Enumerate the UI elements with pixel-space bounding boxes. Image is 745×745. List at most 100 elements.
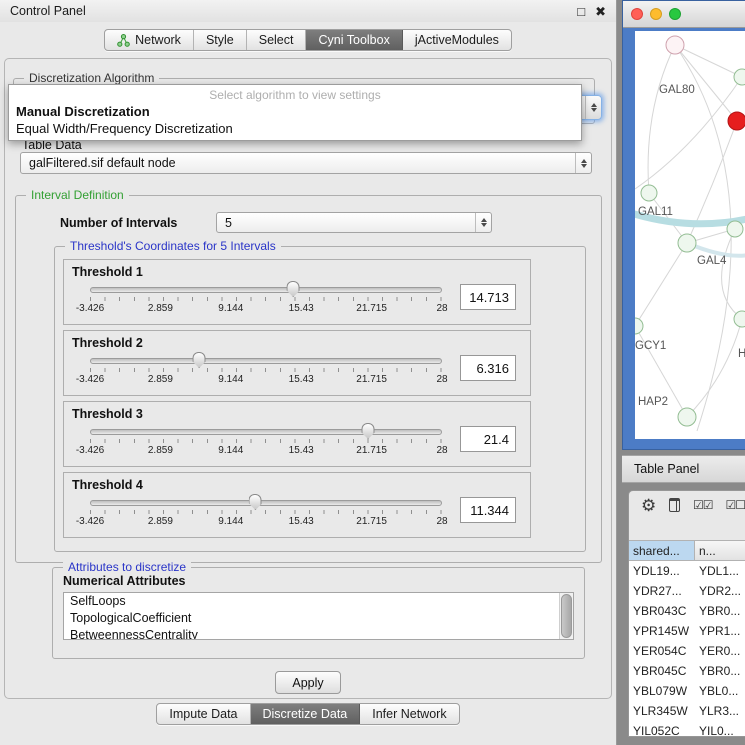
vertical-scrollbar[interactable] (559, 593, 573, 639)
tab-cyni-toolbox[interactable]: Cyni Toolbox (306, 30, 402, 50)
tab-impute-data[interactable]: Impute Data (157, 704, 250, 724)
list-item[interactable]: BetweennessCentrality (64, 627, 573, 640)
attributes-list[interactable]: SelfLoops TopologicalCoefficient Between… (63, 592, 574, 640)
tab-select[interactable]: Select (247, 30, 307, 50)
cell[interactable]: YBR043C (629, 601, 695, 621)
threshold-4-slider[interactable]: -3.426 2.859 9.144 15.43 21.715 28 (90, 495, 442, 533)
combobox-stepper[interactable] (585, 96, 601, 119)
zoom-button[interactable] (669, 8, 681, 20)
table-row[interactable]: YBR045CYBR0... (629, 661, 745, 681)
cell[interactable]: YLR345W (629, 701, 695, 721)
cell[interactable]: YBR0... (695, 601, 745, 621)
cell[interactable]: YPR145W (629, 621, 695, 641)
slider-track[interactable] (90, 500, 442, 506)
threshold-3-slider[interactable]: -3.426 2.859 9.144 15.43 21.715 28 (90, 424, 442, 462)
column-header-shared-name[interactable]: shared... (629, 541, 695, 560)
cell[interactable]: YDR2... (695, 581, 745, 601)
dropdown-hint: Select algorithm to view settings (9, 85, 581, 103)
table-data-combobox[interactable]: galFiltered.sif default node (20, 152, 592, 174)
network-node[interactable] (727, 221, 743, 237)
dropdown-option-manual-discretization[interactable]: Manual Discretization (9, 103, 581, 120)
number-of-intervals-combobox[interactable]: 5 (216, 212, 492, 233)
tab-style[interactable]: Style (194, 30, 247, 50)
threshold-4-value-field[interactable]: 11.344 (460, 497, 516, 523)
network-canvas[interactable]: GAL80 GAL11 GAL4 GCY1 HAP2 H (635, 31, 745, 439)
cell[interactable]: YBR0... (695, 661, 745, 681)
threshold-label: Threshold 1 (64, 260, 530, 282)
columns-icon[interactable] (669, 498, 680, 512)
dropdown-option-equal-width-frequency[interactable]: Equal Width/Frequency Discretization (9, 120, 581, 137)
close-window-icon[interactable]: ✖ (595, 5, 606, 18)
network-node[interactable] (666, 36, 684, 54)
selected-node[interactable] (728, 112, 745, 130)
cell[interactable]: YBL0... (695, 681, 745, 701)
tab-label: Infer Network (372, 707, 446, 721)
slider-thumb[interactable] (287, 281, 300, 297)
chevron-down-icon (591, 108, 597, 112)
combobox-stepper[interactable] (575, 153, 591, 173)
slider-thumb[interactable] (249, 494, 262, 510)
cell[interactable]: YDL1... (695, 561, 745, 581)
cell[interactable]: YIL0... (695, 721, 745, 737)
threshold-2-value-field[interactable]: 6.316 (460, 355, 516, 381)
table-row[interactable]: YIL052CYIL0... (629, 721, 745, 737)
cell[interactable]: YER054C (629, 641, 695, 661)
table-row[interactable]: YER054CYER0... (629, 641, 745, 661)
cell[interactable]: YDL19... (629, 561, 695, 581)
scale-label: 15.43 (289, 374, 314, 385)
threshold-3-value-field[interactable]: 21.4 (460, 426, 516, 452)
slider-scale: -3.426 2.859 9.144 15.43 21.715 28 (90, 303, 442, 315)
network-node[interactable] (734, 311, 745, 327)
network-node[interactable] (635, 318, 643, 334)
network-node-label: GAL11 (638, 206, 673, 218)
threshold-label: Threshold 3 (64, 402, 530, 424)
apply-button[interactable]: Apply (275, 671, 341, 694)
table-row[interactable]: YPR145WYPR1... (629, 621, 745, 641)
float-window-icon[interactable]: □ (577, 5, 585, 18)
combobox-stepper[interactable] (475, 213, 491, 232)
cell[interactable]: YDR27... (629, 581, 695, 601)
cell[interactable]: YPR1... (695, 621, 745, 641)
slider-track[interactable] (90, 287, 442, 293)
slider-track[interactable] (90, 358, 442, 364)
close-button[interactable] (631, 8, 643, 20)
cell[interactable]: YBR045C (629, 661, 695, 681)
network-node[interactable] (678, 408, 696, 426)
threshold-3-panel: Threshold 3 -3.426 2.859 9.144 (63, 401, 531, 467)
unselect-checkboxes-icon[interactable]: ☑☐ (725, 498, 745, 512)
table-row[interactable]: YDR27...YDR2... (629, 581, 745, 601)
tab-infer-network[interactable]: Infer Network (360, 704, 458, 724)
table-row[interactable]: YBL079WYBL0... (629, 681, 745, 701)
network-node[interactable] (678, 234, 696, 252)
table-row[interactable]: YLR345WYLR3... (629, 701, 745, 721)
minimize-button[interactable] (650, 8, 662, 20)
threshold-label: Threshold 4 (64, 473, 530, 495)
threshold-1-value-field[interactable]: 14.713 (460, 284, 516, 310)
cell[interactable]: YIL052C (629, 721, 695, 737)
tab-network[interactable]: Network (105, 30, 194, 50)
window-title: Control Panel (10, 4, 567, 18)
table-row[interactable]: YDL19...YDL1... (629, 561, 745, 581)
network-node[interactable] (641, 185, 657, 201)
gear-icon[interactable]: ⚙ (641, 497, 656, 514)
network-node-label: GAL80 (659, 84, 695, 96)
column-header-name[interactable]: n... (695, 541, 745, 560)
threshold-2-slider[interactable]: -3.426 2.859 9.144 15.43 21.715 28 (90, 353, 442, 391)
list-item[interactable]: SelfLoops (64, 593, 573, 610)
cell[interactable]: YLR3... (695, 701, 745, 721)
table-row[interactable]: YBR043CYBR0... (629, 601, 745, 621)
tab-jactivemodules[interactable]: jActiveModules (403, 30, 511, 50)
threshold-1-slider[interactable]: -3.426 2.859 9.144 15.43 21.715 28 (90, 282, 442, 320)
slider-track[interactable] (90, 429, 442, 435)
scrollbar-thumb[interactable] (561, 594, 572, 638)
slider-thumb[interactable] (362, 423, 375, 439)
select-all-checkboxes-icon[interactable]: ☑☑ (693, 498, 713, 512)
slider-thumb[interactable] (193, 352, 206, 368)
number-of-intervals-value: 5 (217, 216, 475, 230)
network-node[interactable] (734, 69, 745, 85)
cell[interactable]: YBL079W (629, 681, 695, 701)
scale-label: 2.859 (148, 516, 173, 527)
cell[interactable]: YER0... (695, 641, 745, 661)
list-item[interactable]: TopologicalCoefficient (64, 610, 573, 627)
tab-discretize-data[interactable]: Discretize Data (251, 704, 361, 724)
